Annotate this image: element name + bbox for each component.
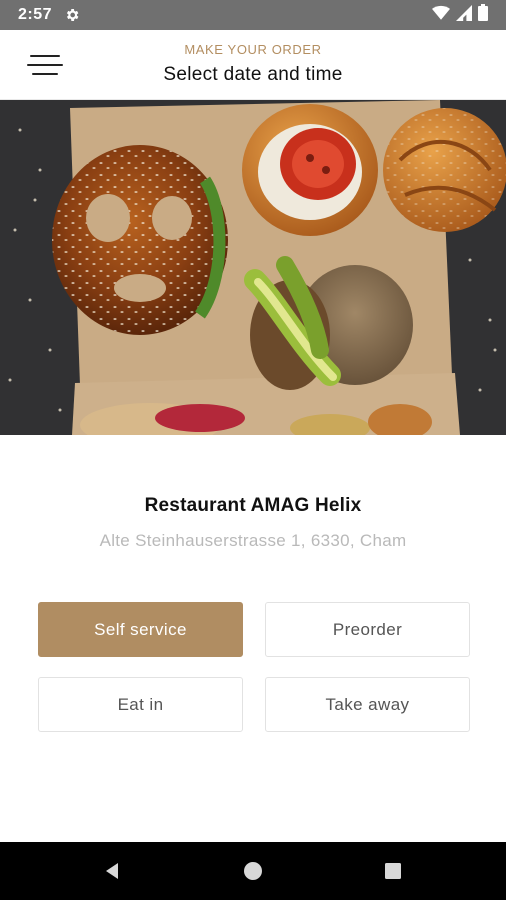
- pretzel: [52, 145, 228, 335]
- braided-bun: [383, 108, 506, 232]
- take-away-button[interactable]: Take away: [265, 677, 470, 732]
- recents-icon[interactable]: [363, 842, 423, 900]
- status-time: 2:57: [18, 6, 53, 23]
- settings-icon: [64, 7, 80, 23]
- status-bar: 2:57: [0, 0, 506, 30]
- restaurant-name: Restaurant AMAG Helix: [144, 495, 362, 516]
- page-kicker: MAKE YOUR ORDER: [184, 42, 322, 57]
- battery-icon: [478, 4, 488, 26]
- restaurant-address: Alte Steinhauserstrasse 1, 6330, Cham: [99, 531, 407, 550]
- app-bar: MAKE YOUR ORDER Select date and time: [0, 30, 506, 100]
- signal-icon: [456, 4, 472, 26]
- back-icon[interactable]: [82, 842, 142, 900]
- home-icon[interactable]: [223, 842, 283, 900]
- wifi-icon: [432, 5, 450, 26]
- self-service-button[interactable]: Self service: [38, 602, 243, 657]
- tomato-sandwich: [242, 104, 378, 236]
- page-title: Select date and time: [163, 64, 343, 85]
- preorder-button[interactable]: Preorder: [265, 602, 470, 657]
- hero-image: [0, 100, 506, 435]
- eat-in-button[interactable]: Eat in: [38, 677, 243, 732]
- navigation-bar: [0, 842, 506, 900]
